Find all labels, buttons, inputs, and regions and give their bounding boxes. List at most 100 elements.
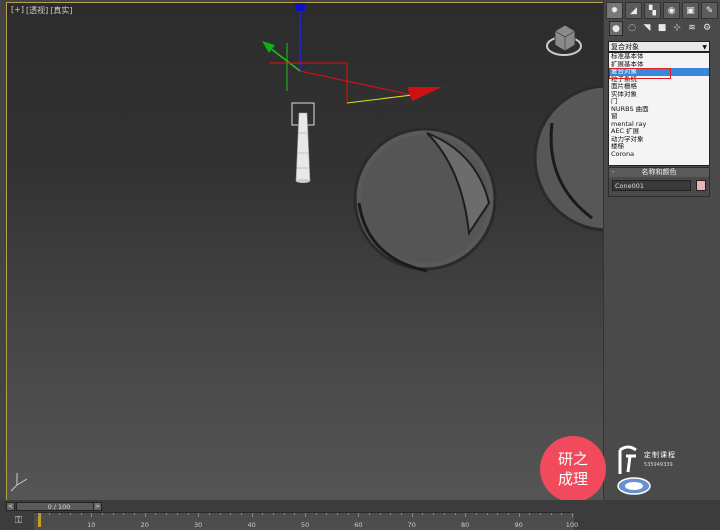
axis-tripod-icon <box>10 473 28 492</box>
ruler-minor-tick <box>454 513 456 515</box>
ruler-minor-tick <box>486 513 488 515</box>
perspective-viewport[interactable]: [+] [透视] [真实] <box>6 2 604 501</box>
watermark-logo: 定制课程 535949339 <box>614 440 714 500</box>
ruler-tick-label: 50 <box>300 521 310 529</box>
list-item[interactable]: 扩展基本体 <box>609 61 709 69</box>
ruler-minor-tick <box>561 513 563 515</box>
ruler-minor-tick <box>272 513 274 515</box>
ruler-minor-tick <box>262 513 264 515</box>
ruler-minor-tick <box>283 513 285 515</box>
hierarchy-tab-icon[interactable]: ▚ <box>644 2 661 19</box>
viewcube-icon[interactable] <box>546 24 582 56</box>
annotation-highlight-box <box>609 68 671 79</box>
list-item[interactable]: 标准基本体 <box>609 53 709 61</box>
ruler-minor-tick <box>379 513 381 515</box>
ruler-minor-tick <box>240 513 242 515</box>
ruler-minor-tick <box>443 513 445 515</box>
ruler-minor-tick <box>315 513 317 515</box>
ruler-tick <box>518 513 520 517</box>
rollout-title: 名称和颜色 <box>641 168 677 176</box>
ruler-minor-tick <box>550 513 552 515</box>
badge-line-2: 成理 <box>557 470 588 488</box>
ruler-minor-tick <box>134 513 136 515</box>
list-item[interactable]: AEC 扩展 <box>609 128 709 136</box>
ruler-tick <box>358 513 360 517</box>
ruler-tick-label: 70 <box>407 521 416 529</box>
list-item[interactable]: 动力学对象 <box>609 136 709 144</box>
list-item[interactable]: 楼梯 <box>609 143 709 151</box>
list-item[interactable]: NURBS 曲面 <box>609 106 709 114</box>
ruler-minor-tick <box>529 513 531 515</box>
time-slider[interactable]: 0 / 100 <box>16 502 102 511</box>
motion-tab-icon[interactable]: ◉ <box>663 2 680 19</box>
ruler-minor-tick <box>497 513 499 515</box>
lights-icon[interactable]: ◥ <box>641 21 653 34</box>
helpers-icon[interactable]: ⊹ <box>671 21 683 34</box>
systems-icon[interactable]: ⚙ <box>701 21 713 34</box>
ruler-tick <box>198 513 200 517</box>
ruler-minor-tick <box>230 513 232 515</box>
ruler-tick <box>572 513 573 517</box>
cone-object[interactable] <box>295 112 311 183</box>
collapse-icon[interactable]: - <box>612 168 615 177</box>
ruler-minor-tick <box>401 513 403 515</box>
list-item[interactable]: 面片栅格 <box>609 83 709 91</box>
ruler-minor-tick <box>59 513 61 515</box>
ruler-minor-tick <box>539 513 541 515</box>
object-color-swatch[interactable] <box>696 180 706 191</box>
ruler-tick <box>38 513 39 517</box>
create-categories: ● ◌ ◥ ■ ⊹ ≋ ⚙ <box>609 21 719 37</box>
ruler-minor-tick <box>294 513 296 515</box>
ruler-tick-label: 10 <box>87 521 96 529</box>
ruler-minor-tick <box>475 513 477 515</box>
ruler-tick-label: 30 <box>194 521 203 529</box>
key-filters-icon[interactable]: ⚿ <box>12 514 25 527</box>
ruler-tick-label: 80 <box>461 521 470 529</box>
ruler-minor-tick <box>326 513 328 515</box>
ruler-minor-tick <box>155 513 157 515</box>
ruler-minor-tick <box>70 513 72 515</box>
list-item[interactable]: mental ray <box>609 121 709 129</box>
ruler-tick <box>144 513 146 517</box>
object-type-dropdown[interactable]: 复合对象 ▼ <box>608 41 710 52</box>
list-item[interactable]: Corona <box>609 151 709 159</box>
list-item[interactable]: 实体对象 <box>609 91 709 99</box>
ruler-minor-tick <box>422 513 424 515</box>
ruler-minor-tick <box>102 513 104 515</box>
move-gizmo[interactable] <box>262 3 442 104</box>
spacewarps-icon[interactable]: ≋ <box>686 21 698 34</box>
next-frame-button[interactable]: > <box>93 502 102 511</box>
command-panel-tabs: ✹ ◢ ▚ ◉ ▣ ✎ <box>606 2 719 19</box>
ruler-minor-tick <box>390 513 392 515</box>
ruler-minor-tick <box>219 513 221 515</box>
ruler-tick-label: 60 <box>354 521 363 529</box>
ruler-tick-label: 100 <box>565 521 579 529</box>
logo-text: 定制课程 <box>644 451 676 459</box>
sphere-object[interactable] <box>353 127 497 273</box>
ruler-minor-tick <box>112 513 114 515</box>
utilities-tab-icon[interactable]: ✎ <box>701 2 718 19</box>
modify-tab-icon[interactable]: ◢ <box>625 2 642 19</box>
name-color-rollout: - 名称和颜色 Cone001 <box>608 167 710 197</box>
list-item[interactable]: 门 <box>609 98 709 106</box>
ruler-tick-label: 40 <box>247 521 256 529</box>
sphere-object-2[interactable] <box>533 84 603 232</box>
object-name-field[interactable]: Cone001 <box>612 180 691 191</box>
frame-ruler[interactable]: 10 20 30 40 50 60 70 80 90 100 <box>34 512 578 530</box>
rollout-header[interactable]: - 名称和颜色 <box>609 168 709 177</box>
ruler-tick <box>91 513 93 517</box>
ruler-minor-tick <box>337 513 339 515</box>
prev-frame-button[interactable]: < <box>6 502 15 511</box>
cameras-icon[interactable]: ■ <box>656 21 668 34</box>
ruler-minor-tick <box>347 513 349 515</box>
list-item[interactable]: 窗 <box>609 113 709 121</box>
ruler-minor-tick <box>166 513 168 515</box>
display-tab-icon[interactable]: ▣ <box>682 2 699 19</box>
ruler-minor-tick <box>187 513 189 515</box>
shapes-icon[interactable]: ◌ <box>626 21 638 34</box>
ruler-tick-label: 20 <box>140 521 149 529</box>
ruler-minor-tick <box>48 513 50 515</box>
ruler-minor-tick <box>80 513 82 515</box>
geometry-icon[interactable]: ● <box>609 21 623 36</box>
create-tab-icon[interactable]: ✹ <box>606 2 623 19</box>
